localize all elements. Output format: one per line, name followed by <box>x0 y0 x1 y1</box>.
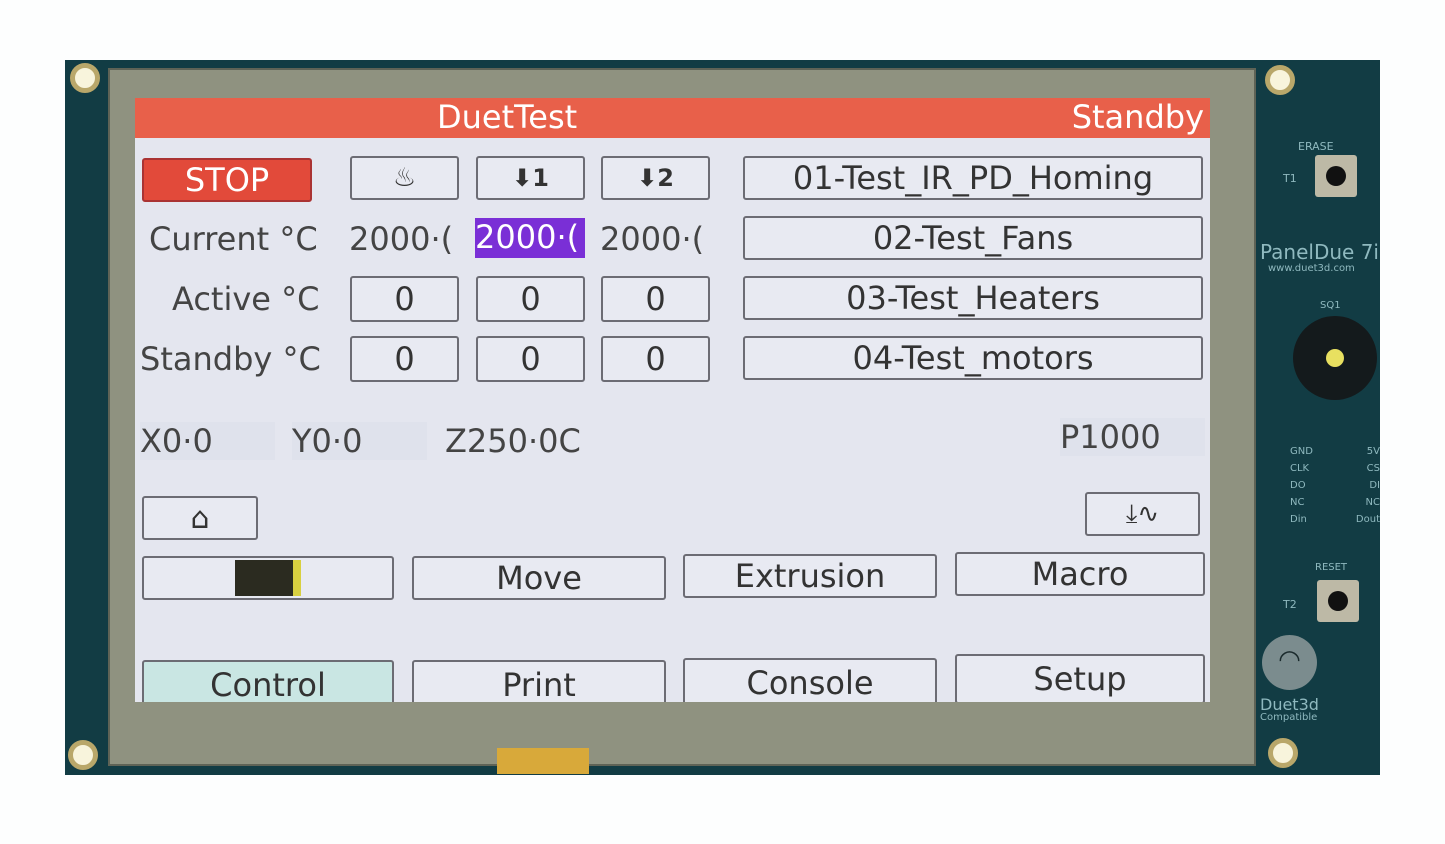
board-url: www.duet3d.com <box>1268 263 1355 274</box>
stop-button[interactable]: STOP <box>142 158 312 202</box>
bed-heater-icon: ♨ <box>392 163 417 193</box>
erase-button[interactable] <box>1315 155 1357 197</box>
standby-temp-label: Standby °C <box>140 340 321 378</box>
standby-temp-bed[interactable]: 0 <box>350 336 459 382</box>
macro-button[interactable]: 01-Test_IR_PD_Homing <box>743 156 1203 200</box>
current-temp-bed: 2000·( <box>349 220 454 258</box>
flex-connector <box>497 748 589 774</box>
reset-button[interactable] <box>1317 580 1359 622</box>
tool-2-icon: ⬇2 <box>637 164 674 192</box>
x-position: X0·0 <box>140 422 275 460</box>
erase-label: ERASE <box>1298 140 1334 153</box>
mount-hole <box>70 63 100 93</box>
buzzer-label: SQ1 <box>1320 300 1341 311</box>
active-temp-label: Active °C <box>172 280 320 318</box>
sd-card-icon <box>235 560 301 596</box>
t2-label: T2 <box>1283 598 1297 611</box>
y-position: Y0·0 <box>292 422 427 460</box>
tool-1-button[interactable]: ⬇1 <box>476 156 585 200</box>
tool-1-icon: ⬇1 <box>512 164 549 192</box>
bed-compensation-button[interactable]: ⤓∿ <box>1085 492 1200 536</box>
brand-sub-label: Compatible <box>1260 712 1318 723</box>
active-temp-tool-2[interactable]: 0 <box>601 276 710 322</box>
mount-hole <box>1268 738 1298 768</box>
macro-button[interactable]: 04-Test_motors <box>743 336 1203 380</box>
mount-hole <box>1265 65 1295 95</box>
t1-label: T1 <box>1283 172 1297 185</box>
header-bar: DuetTest Standby <box>135 98 1210 138</box>
active-temp-bed[interactable]: 0 <box>350 276 459 322</box>
mount-hole <box>68 740 98 770</box>
pin-header: GND 5V CLK CS DO DI NC NC Din Dout <box>1290 446 1380 525</box>
standby-temp-tool-1[interactable]: 0 <box>476 336 585 382</box>
macro-button[interactable]: 02-Test_Fans <box>743 216 1203 260</box>
tab-setup[interactable]: Setup <box>955 654 1205 702</box>
buzzer <box>1293 316 1377 400</box>
move-button[interactable]: Move <box>412 556 666 600</box>
macro-menu-button[interactable]: Macro <box>955 552 1205 596</box>
z-position: Z250·0C <box>445 422 581 460</box>
screen: DuetTest Standby STOP ♨ ⬇1 ⬇2 Current °C… <box>135 98 1210 702</box>
active-temp-tool-1[interactable]: 0 <box>476 276 585 322</box>
home-button[interactable]: ⌂ <box>142 496 258 540</box>
wifi-logo-icon: ◠ <box>1262 635 1317 690</box>
machine-status: Standby <box>1071 98 1204 136</box>
macro-button[interactable]: 03-Test_Heaters <box>743 276 1203 320</box>
tool-2-button[interactable]: ⬇2 <box>601 156 710 200</box>
bed-mesh-icon: ⤓∿ <box>1125 498 1160 529</box>
reset-label: RESET <box>1315 562 1348 573</box>
current-temp-tool-2: 2000·( <box>600 220 705 258</box>
machine-name: DuetTest <box>437 98 578 136</box>
bed-heater-button[interactable]: ♨ <box>350 156 459 200</box>
tab-control[interactable]: Control <box>142 660 394 702</box>
tab-console[interactable]: Console <box>683 658 937 702</box>
extrusion-button[interactable]: Extrusion <box>683 554 937 598</box>
current-temp-label: Current °C <box>149 220 318 258</box>
home-icon: ⌂ <box>190 500 210 536</box>
board-name: PanelDue 7i <box>1260 240 1379 264</box>
current-temp-tool-1: 2000·( <box>475 218 585 258</box>
tab-print[interactable]: Print <box>412 660 666 702</box>
sd-card-button[interactable] <box>142 556 394 600</box>
print-progress-p: P1000 <box>1060 418 1205 456</box>
standby-temp-tool-2[interactable]: 0 <box>601 336 710 382</box>
